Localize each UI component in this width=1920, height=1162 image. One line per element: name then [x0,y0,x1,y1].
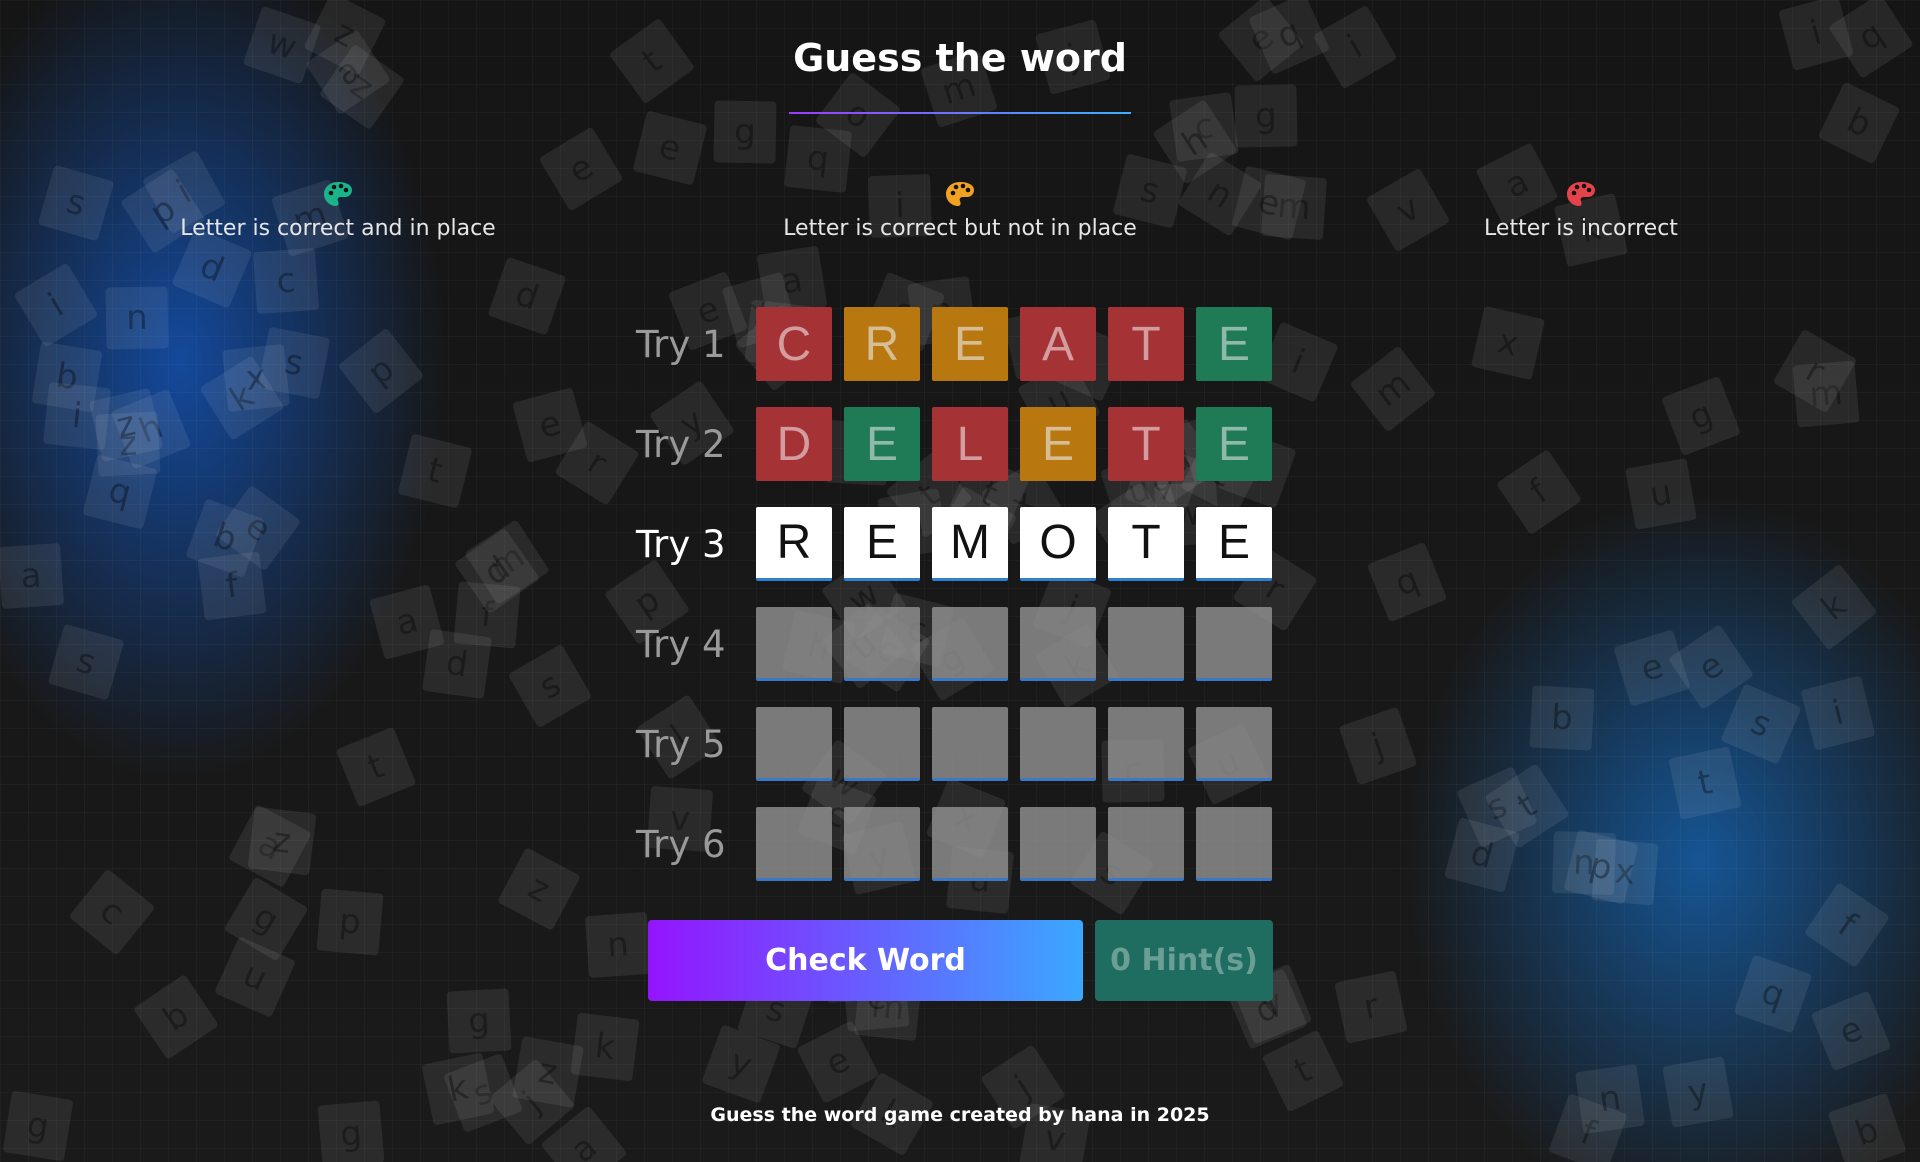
letter-cell [844,607,920,681]
row-cells: REMOTE [756,507,1272,581]
letter-cell: E [1196,407,1272,481]
legend-correct-not-in-place: Letter is correct but not in place [750,180,1170,241]
row-label: Try 6 [636,822,726,866]
page-title: Guess the word [793,36,1127,80]
row-label: Try 4 [636,622,726,666]
legend-incorrect: Letter is incorrect [1371,180,1791,241]
letter-cell [1196,707,1272,781]
letter-cell: A [1020,307,1096,381]
letter-cell: E [1196,307,1272,381]
letter-cell: E [844,407,920,481]
letter-cell [1108,807,1184,881]
letter-cell[interactable]: R [756,507,832,581]
letter-cell: C [756,307,832,381]
board-row: Try 1CREATE [636,307,1272,381]
letter-cell[interactable]: E [844,507,920,581]
letter-cell [932,807,1008,881]
letter-cell [756,707,832,781]
letter-cell[interactable]: M [932,507,1008,581]
letter-cell [932,707,1008,781]
letter-cell: L [932,407,1008,481]
letter-cell [756,607,832,681]
letter-cell [1196,607,1272,681]
row-cells: DELETE [756,407,1272,481]
letter-cell[interactable]: E [1196,507,1272,581]
palette-icon [1566,180,1596,208]
letter-cell [1020,707,1096,781]
board-row: Try 4 [636,607,1272,681]
letter-cell [844,807,920,881]
game-board: Try 1 C R E A T E Try 2 D E L E T E Try 3 R E M O T E Try 4 Tr… [636,307,1272,907]
palette-icon [323,180,353,208]
letter-cell: T [1108,407,1184,481]
palette-icon [945,180,975,208]
row-cells [756,807,1272,881]
row-label: Try 5 [636,722,726,766]
board-row: Try 2DELETE [636,407,1272,481]
legend-label: Letter is correct but not in place [783,216,1137,241]
letter-cell [1108,607,1184,681]
footer-credit: Guess the word game created by hana in 2… [710,1104,1210,1126]
title-underline [789,112,1131,114]
legend-label: Letter is incorrect [1484,216,1678,241]
row-cells [756,707,1272,781]
letter-cell [1020,607,1096,681]
row-cells [756,607,1272,681]
game-container: Guess the word Letter is correct and in … [0,0,1920,1162]
board-row: Try 6 [636,807,1272,881]
letter-cell: E [1020,407,1096,481]
row-cells: CREATE [756,307,1272,381]
letter-cell [1020,807,1096,881]
letter-cell: D [756,407,832,481]
letter-cell [844,707,920,781]
letter-cell: R [844,307,920,381]
board-row: Try 5 [636,707,1272,781]
row-label: Try 3 [636,522,726,566]
letter-cell [756,807,832,881]
legend-correct-in-place: Letter is correct and in place [128,180,548,241]
hint-button[interactable]: 0 Hint(s) [1095,920,1273,1001]
letter-cell [932,607,1008,681]
row-label: Try 2 [636,422,726,466]
letter-cell [1196,807,1272,881]
legend-label: Letter is correct and in place [180,216,496,241]
check-word-button[interactable]: Check Word [648,920,1083,1001]
letter-cell: T [1108,307,1184,381]
letter-cell[interactable]: T [1108,507,1184,581]
row-label: Try 1 [636,322,726,366]
letter-cell[interactable]: O [1020,507,1096,581]
letter-cell [1108,707,1184,781]
letter-cell: E [932,307,1008,381]
board-row: Try 3REMOTE [636,507,1272,581]
